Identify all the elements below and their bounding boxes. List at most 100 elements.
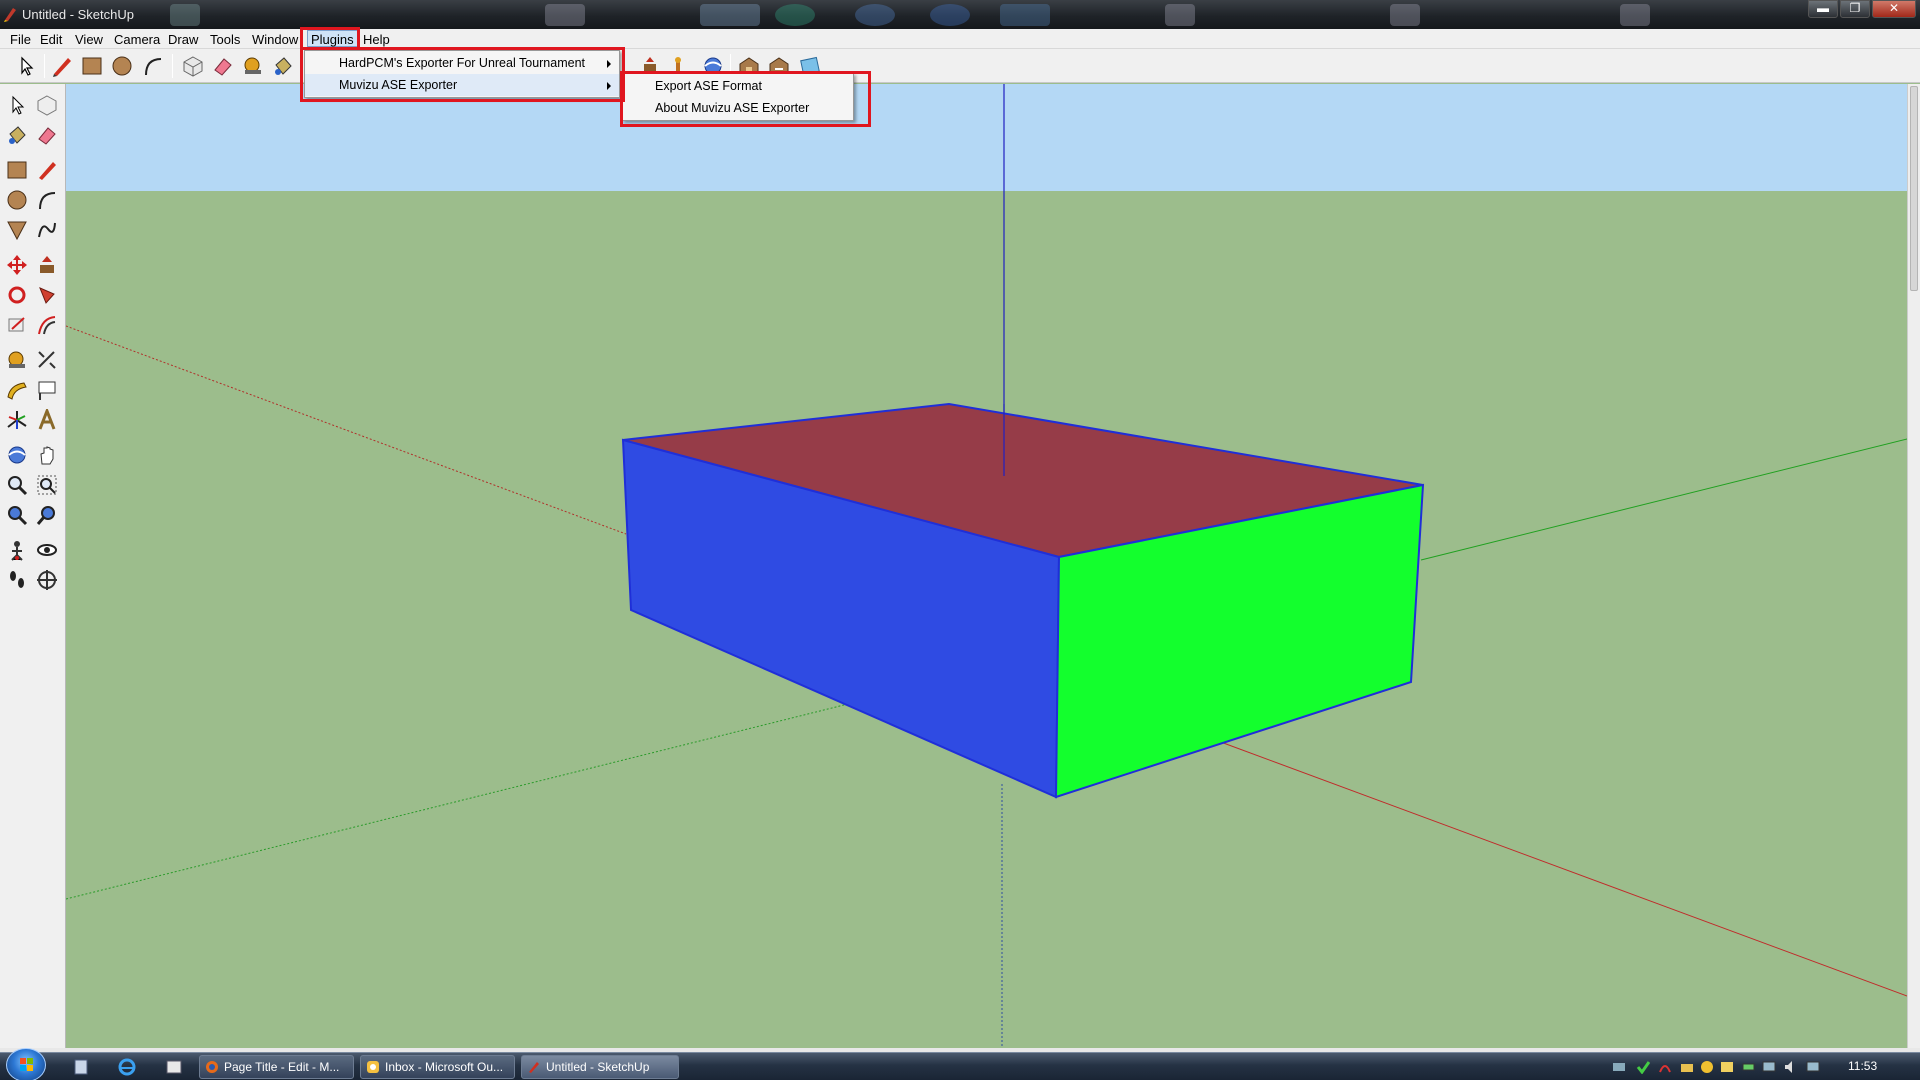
pan-icon[interactable]: [34, 442, 60, 468]
menu-tools[interactable]: Tools: [207, 31, 243, 48]
window-title: Untitled - SketchUp: [22, 7, 134, 22]
text-icon[interactable]: [34, 377, 60, 403]
internet-explorer-icon[interactable]: [118, 1058, 136, 1076]
main-toolbar: [0, 49, 1920, 83]
close-button[interactable]: ✕: [1872, 0, 1916, 18]
background-artifact: [545, 4, 585, 26]
left-toolbar: [0, 84, 66, 1048]
maximize-button[interactable]: ❐: [1840, 0, 1870, 18]
tray-volume-icon[interactable]: [1784, 1060, 1798, 1074]
protractor-icon[interactable]: [4, 377, 30, 403]
circle-icon[interactable]: [4, 187, 30, 213]
rectangle-icon[interactable]: [4, 157, 30, 183]
sketchup-logo-icon: [4, 8, 16, 22]
tape-measure-icon[interactable]: [240, 53, 266, 79]
highlight-box-plugins-menu: [300, 47, 625, 102]
scrollbar-thumb[interactable]: [1910, 86, 1918, 291]
taskbar-clock[interactable]: 11:53: [1848, 1059, 1877, 1073]
follow-me-icon[interactable]: [34, 282, 60, 308]
tray-network-icon[interactable]: [1612, 1060, 1626, 1074]
zoom-icon[interactable]: [4, 472, 30, 498]
line-icon[interactable]: [34, 157, 60, 183]
scale-icon[interactable]: [4, 312, 30, 338]
background-artifact: [170, 4, 200, 26]
select-icon[interactable]: [4, 92, 30, 118]
highlight-box-submenu: [620, 71, 871, 127]
background-artifact: [775, 4, 815, 26]
taskbar-button-label: Inbox - Microsoft Ou...: [385, 1060, 504, 1074]
position-camera-icon[interactable]: [4, 537, 30, 563]
select-icon[interactable]: [13, 53, 39, 79]
windows-logo-icon: [20, 1058, 33, 1071]
move-icon[interactable]: [4, 252, 30, 278]
menu-view[interactable]: View: [72, 31, 106, 48]
tray-battery-icon[interactable]: [1742, 1060, 1756, 1074]
taskbar-button-label: Page Title - Edit - M...: [224, 1060, 340, 1074]
make-component-icon[interactable]: [34, 92, 60, 118]
paint-bucket-icon[interactable]: [4, 122, 30, 148]
explorer-icon[interactable]: [165, 1058, 183, 1076]
background-artifact: [1620, 4, 1650, 26]
arc-icon[interactable]: [140, 53, 166, 79]
background-artifact: [700, 4, 760, 26]
menu-help[interactable]: Help: [360, 31, 393, 48]
walk-icon[interactable]: [4, 567, 30, 593]
background-artifact: [1390, 4, 1420, 26]
arc-icon[interactable]: [34, 187, 60, 213]
menu-camera[interactable]: Camera: [111, 31, 163, 48]
toolbar-separator: [172, 54, 173, 78]
minimize-button[interactable]: ▬: [1808, 0, 1838, 18]
paint-bucket-icon[interactable]: [270, 53, 296, 79]
tape-measure-icon[interactable]: [4, 347, 30, 373]
dimension-icon[interactable]: [34, 347, 60, 373]
tray-network-status-icon[interactable]: [1806, 1060, 1820, 1074]
background-artifact: [1165, 4, 1195, 26]
firefox-icon: [206, 1061, 218, 1073]
menu-file[interactable]: File: [7, 31, 34, 48]
tray-security-icon[interactable]: [1636, 1060, 1651, 1075]
menu-bar: File Edit View Camera Draw Tools Window …: [0, 29, 1920, 49]
background-artifact: [1000, 4, 1050, 26]
look-around-icon[interactable]: [34, 537, 60, 563]
taskbar-button-label: Untitled - SketchUp: [546, 1060, 650, 1074]
vertical-scrollbar[interactable]: [1907, 84, 1920, 1048]
eraser-icon[interactable]: [34, 122, 60, 148]
section-plane-icon[interactable]: [34, 567, 60, 593]
rectangle-icon[interactable]: [79, 53, 105, 79]
zoom-extents-icon[interactable]: [4, 502, 30, 528]
start-button[interactable]: [6, 1048, 46, 1080]
menu-draw[interactable]: Draw: [165, 31, 201, 48]
menu-edit[interactable]: Edit: [37, 31, 65, 48]
taskbar-button-firefox[interactable]: Page Title - Edit - M...: [199, 1055, 354, 1079]
toolbar-separator: [44, 54, 45, 78]
circle-icon[interactable]: [109, 53, 135, 79]
eraser-icon[interactable]: [210, 53, 236, 79]
taskbar-button-outlook[interactable]: Inbox - Microsoft Ou...: [360, 1055, 515, 1079]
modeling-viewport[interactable]: [66, 84, 1907, 1048]
3d-text-icon[interactable]: [34, 407, 60, 433]
sketchup-icon: [529, 1062, 539, 1073]
taskbar-button-sketchup[interactable]: Untitled - SketchUp: [521, 1055, 679, 1079]
axes-icon[interactable]: [4, 407, 30, 433]
polygon-icon[interactable]: [4, 217, 30, 243]
rotate-icon[interactable]: [4, 282, 30, 308]
background-artifact: [930, 4, 970, 26]
show-desktop-icon[interactable]: [72, 1058, 90, 1076]
scene-canvas[interactable]: [66, 84, 1907, 1048]
tray-app-icon[interactable]: [1720, 1060, 1734, 1074]
outlook-icon: [367, 1061, 379, 1073]
offset-icon[interactable]: [34, 312, 60, 338]
tray-folder-icon[interactable]: [1680, 1060, 1694, 1074]
tray-acrobat-icon[interactable]: [1658, 1060, 1672, 1074]
push-pull-icon[interactable]: [34, 252, 60, 278]
tray-display-icon[interactable]: [1762, 1060, 1776, 1074]
windows-taskbar: Page Title - Edit - M... Inbox - Microso…: [0, 1048, 1920, 1080]
tray-smiley-icon[interactable]: [1700, 1060, 1714, 1074]
freehand-icon[interactable]: [34, 217, 60, 243]
pencil-icon[interactable]: [49, 53, 75, 79]
orbit-icon[interactable]: [4, 442, 30, 468]
menu-window[interactable]: Window: [249, 31, 301, 48]
previous-view-icon[interactable]: [34, 502, 60, 528]
make-component-icon[interactable]: [180, 53, 206, 79]
zoom-window-icon[interactable]: [34, 472, 60, 498]
